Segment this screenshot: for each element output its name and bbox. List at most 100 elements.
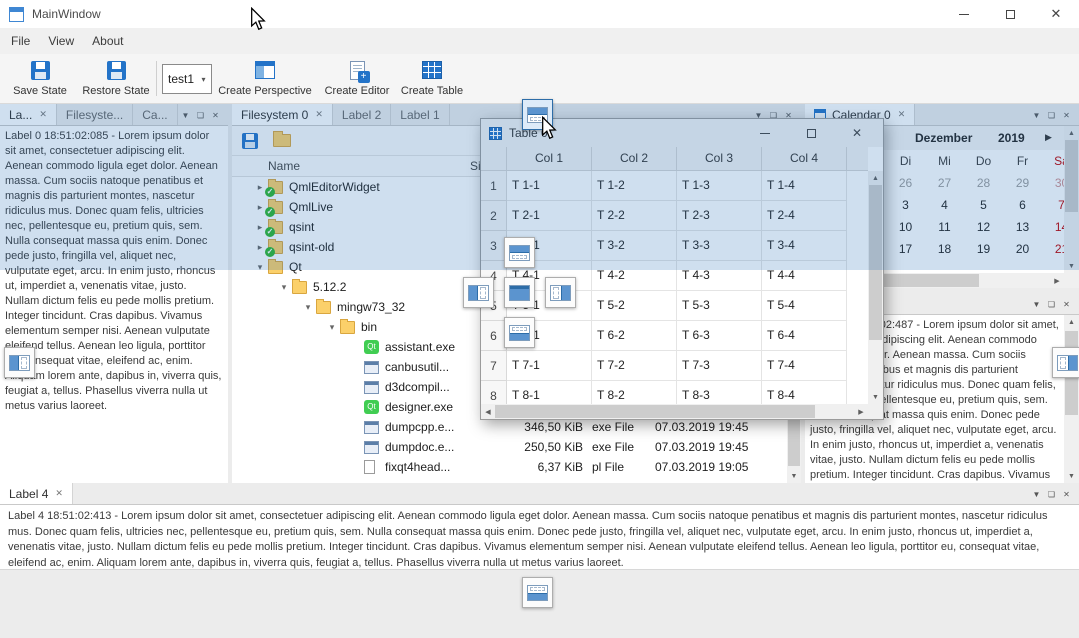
drop-indicator-bottom[interactable] — [504, 317, 535, 348]
table-cell[interactable]: T 8-4 — [762, 381, 847, 404]
save-state-button[interactable]: Save State — [4, 58, 76, 100]
drop-indicator-right[interactable] — [545, 277, 576, 308]
menu-item-about[interactable]: About — [83, 30, 132, 52]
table-cell[interactable]: T 6-2 — [592, 321, 677, 351]
calendar-day[interactable]: 4 — [925, 194, 964, 216]
dock-close-icon[interactable]: ✕ — [1059, 490, 1074, 499]
table-cell[interactable]: T 5-2 — [592, 291, 677, 321]
calendar-day[interactable]: 14 — [1042, 216, 1064, 238]
table-cell[interactable]: T 6-4 — [762, 321, 847, 351]
scroll-down-icon[interactable] — [787, 469, 801, 483]
scroll-up-icon[interactable] — [868, 171, 883, 185]
table-cell[interactable]: T 2-1 — [507, 201, 592, 231]
table-cell[interactable]: T 8-1 — [507, 381, 592, 404]
tab-close-icon[interactable]: ✕ — [39, 109, 47, 120]
calendar-day[interactable]: 18 — [925, 238, 964, 260]
calendar-day[interactable]: 5 — [964, 194, 1003, 216]
filesystem-open-folder-button[interactable] — [270, 129, 294, 153]
scrollbar-thumb[interactable] — [495, 405, 815, 418]
calendar-day[interactable]: 19 — [964, 238, 1003, 260]
calendar-month[interactable]: Dezember — [915, 131, 972, 145]
tab-close-icon[interactable]: ✕ — [898, 109, 906, 120]
scrollbar-thumb[interactable] — [1065, 140, 1078, 212]
table-cell[interactable]: T 2-2 — [592, 201, 677, 231]
table-cell[interactable]: T 2-4 — [762, 201, 847, 231]
tree-expand-icon[interactable]: ▾ — [326, 322, 338, 333]
column-header-name[interactable]: Name — [268, 159, 300, 173]
scroll-left-icon[interactable] — [481, 404, 495, 419]
table-cell[interactable]: T 1-3 — [677, 171, 762, 201]
calendar-day[interactable]: 29 — [1003, 172, 1042, 194]
tab-label-2[interactable]: Label 2 — [333, 104, 391, 125]
vertical-scrollbar[interactable] — [1064, 126, 1079, 273]
drop-indicator-left-edge[interactable] — [4, 347, 35, 378]
create-perspective-button[interactable]: Create Perspective — [216, 58, 314, 100]
row-header[interactable]: 1 — [481, 171, 507, 201]
calendar-day[interactable]: 30 — [1042, 172, 1064, 194]
scrollbar-thumb[interactable] — [869, 185, 882, 340]
calendar-day[interactable]: 13 — [1003, 216, 1042, 238]
float-minimize-button[interactable] — [745, 122, 785, 144]
table-cell[interactable]: T 1-1 — [507, 171, 592, 201]
tab-ca[interactable]: Ca... — [133, 104, 177, 125]
dock-close-icon[interactable]: ✕ — [1059, 300, 1074, 309]
drop-indicator-top[interactable] — [504, 237, 535, 268]
row-header[interactable]: 8 — [481, 381, 507, 404]
menu-item-file[interactable]: File — [2, 30, 39, 52]
restore-state-button[interactable]: Restore State — [78, 58, 154, 100]
table-cell[interactable]: T 6-3 — [677, 321, 762, 351]
column-header-col-3[interactable]: Col 3 — [677, 147, 762, 170]
close-button[interactable]: ✕ — [1033, 0, 1079, 28]
scroll-down-icon[interactable] — [1064, 259, 1079, 273]
dock-undock-icon[interactable]: ❏ — [1044, 111, 1059, 120]
maximize-button[interactable] — [987, 0, 1033, 28]
drop-indicator-bottom-edge[interactable] — [522, 577, 553, 608]
calendar-day[interactable]: 10 — [886, 216, 925, 238]
table-cell[interactable]: T 1-2 — [592, 171, 677, 201]
dock-close-icon[interactable]: ✕ — [208, 111, 223, 120]
drop-indicator-left[interactable] — [463, 277, 494, 308]
table-cell[interactable]: T 4-2 — [592, 261, 677, 291]
tree-expand-icon[interactable]: ▾ — [278, 282, 290, 293]
tab-label-1[interactable]: Label 1 — [391, 104, 449, 125]
dock-menu-icon[interactable]: ▼ — [1029, 490, 1044, 499]
calendar-day[interactable]: 12 — [964, 216, 1003, 238]
minimize-button[interactable] — [941, 0, 987, 28]
horizontal-scrollbar[interactable] — [481, 404, 868, 419]
tree-row[interactable]: dumpdoc.e...250,50 KiBexe File07.03.2019… — [232, 437, 801, 457]
dock-close-icon[interactable]: ✕ — [1059, 111, 1074, 120]
tree-row[interactable]: fixqt4head...6,37 KiBpl File07.03.2019 1… — [232, 457, 801, 477]
dock-menu-icon[interactable]: ▼ — [1029, 300, 1044, 309]
table-cell[interactable]: T 8-3 — [677, 381, 762, 404]
row-header[interactable]: 7 — [481, 351, 507, 381]
tree-row[interactable]: dumpcpp.e...346,50 KiBexe File07.03.2019… — [232, 417, 801, 437]
tab-filesystem-0[interactable]: Filesystem 0✕ — [232, 104, 333, 125]
table-cell[interactable]: T 7-3 — [677, 351, 762, 381]
tab-la[interactable]: La...✕ — [0, 104, 57, 125]
table-cell[interactable]: T 5-3 — [677, 291, 762, 321]
table-cell[interactable]: T 5-4 — [762, 291, 847, 321]
tab-label-4[interactable]: Label 4 ✕ — [0, 483, 73, 504]
perspective-combobox[interactable]: test1 ▾ — [162, 64, 212, 94]
table-cell[interactable]: T 3-2 — [592, 231, 677, 261]
calendar-day[interactable]: 21 — [1042, 238, 1064, 260]
table-cell[interactable]: T 7-1 — [507, 351, 592, 381]
calendar-day[interactable]: 26 — [886, 172, 925, 194]
column-header-col-1[interactable]: Col 1 — [507, 147, 592, 170]
tree-expand-icon[interactable]: ▾ — [302, 302, 314, 313]
dock-menu-icon[interactable]: ▼ — [178, 111, 193, 120]
calendar-day[interactable]: 27 — [925, 172, 964, 194]
table-cell[interactable]: T 4-4 — [762, 261, 847, 291]
tree-expand-icon[interactable]: ▾ — [254, 262, 266, 273]
table-cell[interactable]: T 7-4 — [762, 351, 847, 381]
floating-table-window[interactable]: Table 0 ✕ Col 1Col 2Col 3Col 4 1T 1-1T 1… — [480, 118, 884, 420]
column-header-col-4[interactable]: Col 4 — [762, 147, 847, 170]
calendar-day[interactable]: 17 — [886, 238, 925, 260]
tab-close-icon[interactable]: ✕ — [55, 488, 63, 499]
scroll-right-icon[interactable] — [854, 404, 868, 419]
filesystem-save-button[interactable] — [238, 129, 262, 153]
table-cell[interactable]: T 1-4 — [762, 171, 847, 201]
table-cell[interactable]: T 7-2 — [592, 351, 677, 381]
float-close-button[interactable]: ✕ — [837, 122, 877, 144]
scroll-right-icon[interactable] — [1050, 273, 1064, 288]
